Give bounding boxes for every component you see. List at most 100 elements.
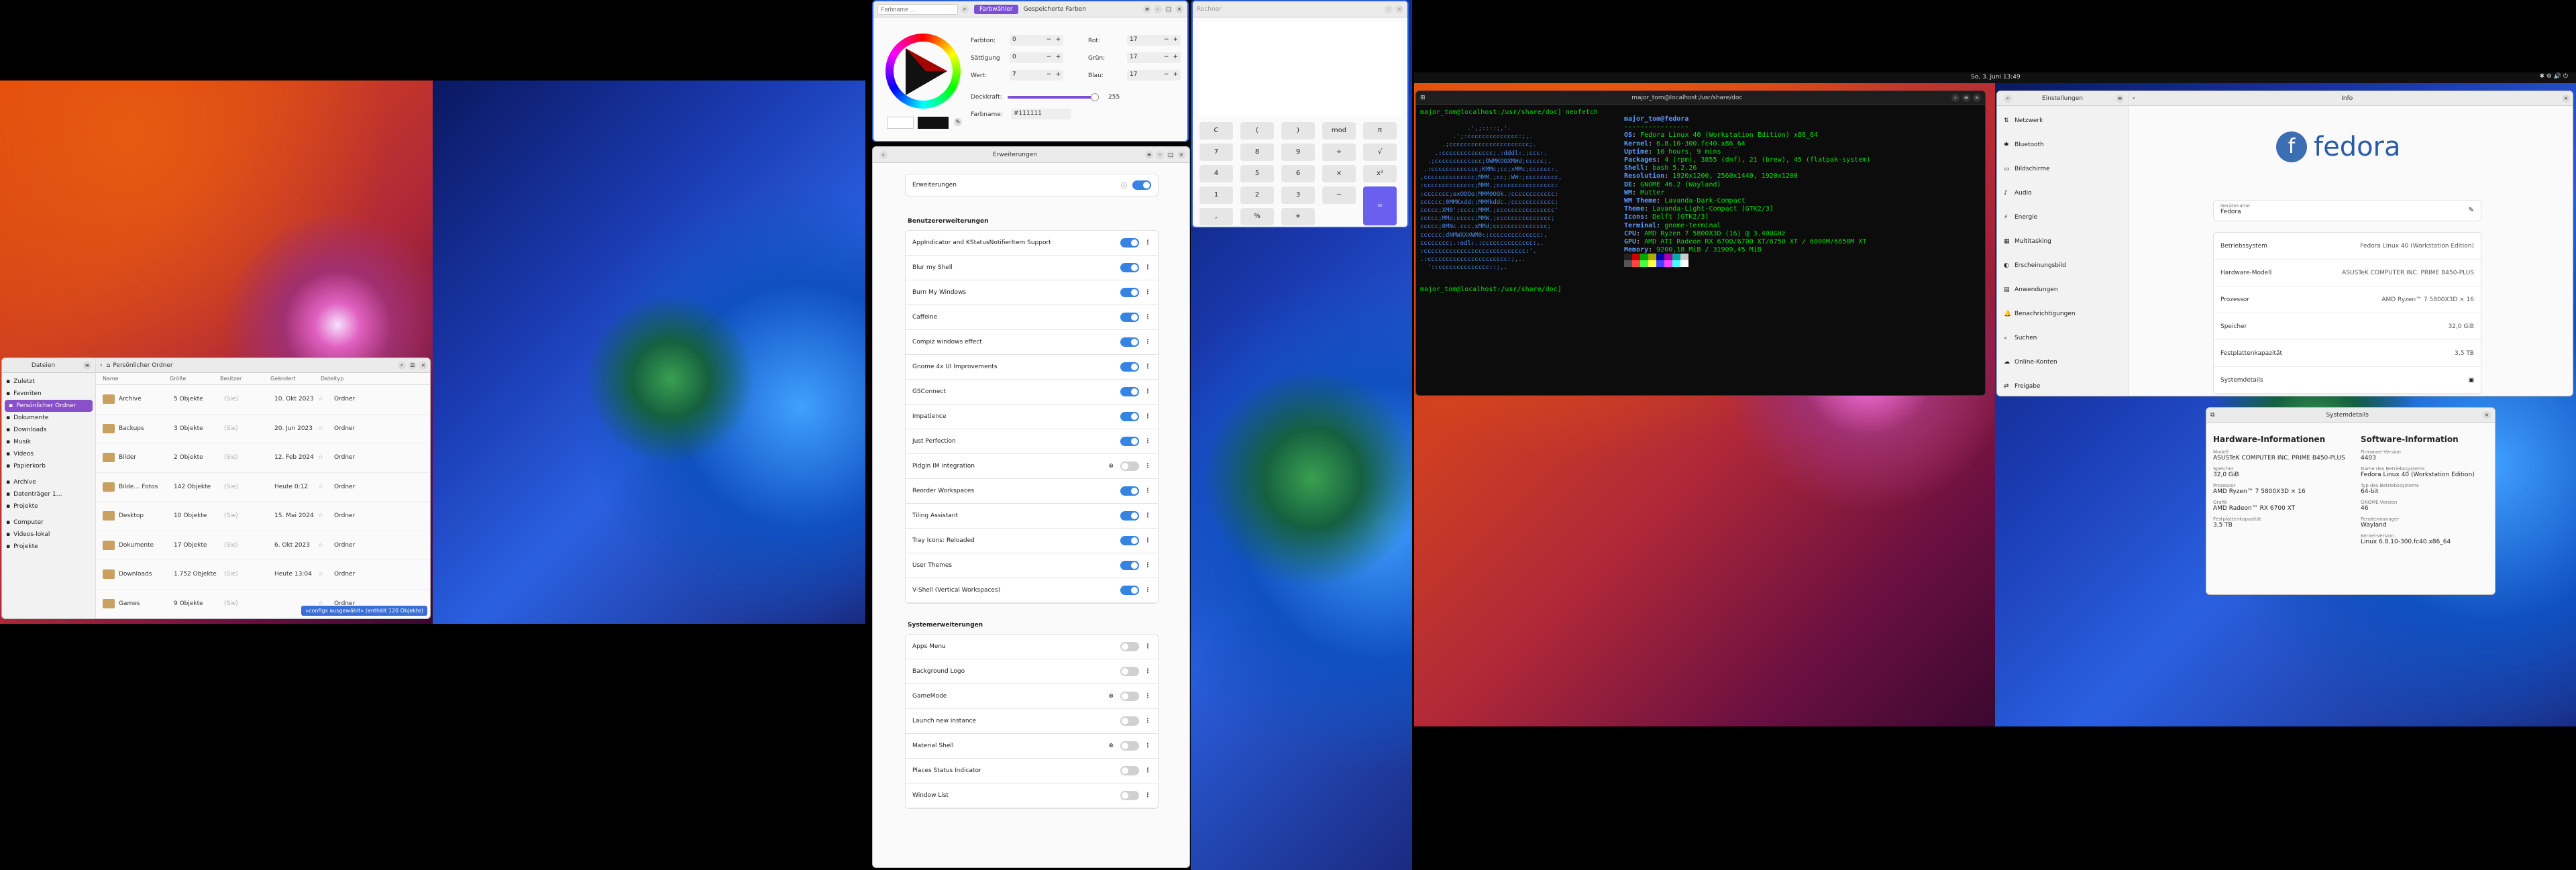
table-row[interactable]: Backups 3 Objekte (Sie) 20. Jun 2023 ☆ Ordner (96, 415, 430, 443)
close-icon[interactable]: × (2562, 94, 2570, 103)
more-options-icon[interactable]: ⋮ (1144, 562, 1151, 569)
extension-toggle[interactable] (1120, 561, 1139, 570)
terminal-output[interactable]: major_tom@localhost:/usr/share/doc] neof… (1416, 105, 1985, 395)
view-toggle-icon[interactable]: ☰ (409, 361, 417, 370)
more-options-icon[interactable]: ⋮ (1144, 314, 1151, 321)
settings-sidebar-item[interactable]: ✱ Bluetooth (1997, 133, 2128, 157)
calc-button[interactable]: 8 (1240, 144, 1274, 161)
calc-button[interactable]: x² (1363, 165, 1397, 182)
extension-toggle[interactable] (1120, 791, 1139, 800)
search-icon[interactable]: ⌕ (1951, 93, 1960, 102)
more-options-icon[interactable]: ⋮ (1144, 339, 1151, 345)
color-wheel[interactable] (885, 34, 961, 109)
minus-icon[interactable]: − (1164, 71, 1169, 79)
minus-icon[interactable]: − (1164, 54, 1169, 62)
sidebar-item[interactable]: ▪ Papierkorb (2, 460, 95, 472)
clock[interactable]: So, 3. Juni 13:49 (1971, 74, 2021, 80)
more-options-icon[interactable]: ⋮ (1144, 537, 1151, 544)
tab-saved-colors[interactable]: Gespeicherte Farben (1018, 5, 1091, 14)
color-name-input[interactable] (877, 3, 958, 15)
more-options-icon[interactable]: ⋮ (1144, 488, 1151, 494)
sidebar-item[interactable]: ▪ Favoriten (2, 388, 95, 400)
extension-toggle[interactable] (1120, 238, 1139, 248)
settings-sidebar-item[interactable]: ▭ Bildschirme (1997, 157, 2128, 181)
calc-display[interactable] (1198, 21, 1402, 115)
settings-sidebar-item[interactable]: ▦ Multitasking (1997, 229, 2128, 254)
calc-button[interactable]: ) (1281, 122, 1315, 140)
table-row[interactable]: Bilde… Fotos 142 Objekte (Sie) Heute 0:12 ☆ O… (96, 473, 430, 502)
minimize-icon[interactable]: – (1156, 150, 1164, 159)
more-options-icon[interactable]: ⋮ (1144, 643, 1151, 650)
more-options-icon[interactable]: ⋮ (1144, 463, 1151, 470)
star-icon[interactable]: ☆ (318, 425, 327, 432)
settings-sidebar-item[interactable]: ⌕ Suchen (1997, 326, 2128, 350)
more-options-icon[interactable]: ⋮ (1144, 264, 1151, 271)
extension-toggle[interactable] (1120, 692, 1139, 701)
plus-icon[interactable]: + (1173, 54, 1178, 62)
more-options-icon[interactable]: ⋮ (1144, 388, 1151, 395)
calc-button[interactable]: 7 (1199, 144, 1233, 161)
extension-toggle[interactable] (1120, 486, 1139, 496)
calc-button[interactable]: 4 (1199, 165, 1233, 182)
minus-icon[interactable]: − (1046, 71, 1052, 79)
settings-sidebar-item[interactable]: ☁ Online-Konten (1997, 350, 2128, 374)
calc-button[interactable]: 3 (1281, 186, 1315, 204)
column-header[interactable]: Geändert (264, 376, 314, 382)
calc-button[interactable]: % (1240, 208, 1274, 225)
more-options-icon[interactable]: ⋮ (1144, 743, 1151, 749)
sidebar-item[interactable]: ▪ Zuletzt (2, 376, 95, 388)
system-tray-icons[interactable]: ✱ ⚙ 🔊 ⏻ (2539, 73, 2568, 80)
star-icon[interactable]: ☆ (318, 571, 327, 578)
back-icon[interactable]: ‹ (100, 362, 103, 369)
sidebar-item[interactable]: ▪ Projekte (2, 541, 95, 553)
table-row[interactable]: Desktop 10 Objekte (Sie) 15. Mai 2024 ☆ Ordne… (96, 502, 430, 531)
spin-red[interactable]: 17 − + (1127, 35, 1181, 46)
extension-toggle[interactable] (1120, 511, 1139, 521)
plus-icon[interactable]: + (1055, 54, 1061, 62)
more-options-icon[interactable]: ⋮ (1144, 512, 1151, 519)
menu-icon[interactable]: ≡ (1145, 150, 1153, 159)
calc-button[interactable]: C (1199, 122, 1233, 140)
search-icon[interactable]: ⌕ (961, 5, 969, 13)
extension-toggle[interactable] (1120, 412, 1139, 421)
star-icon[interactable]: ☆ (318, 396, 327, 402)
settings-sidebar-item[interactable]: ♪ Audio (1997, 181, 2128, 205)
maximize-icon[interactable]: □ (1167, 150, 1175, 159)
close-icon[interactable]: × (419, 361, 427, 370)
calc-button[interactable]: , (1199, 208, 1233, 225)
calc-button[interactable]: 6 (1281, 165, 1315, 182)
star-icon[interactable]: ☆ (318, 484, 327, 490)
device-name-row[interactable]: Gerätename Fedora ✎ (2213, 200, 2481, 221)
path-bar[interactable]: Persönlicher Ordner (113, 362, 395, 369)
calc-button[interactable]: ( (1240, 122, 1274, 140)
info-row[interactable]: Systemdetails ▣ (2214, 367, 2481, 394)
calc-button[interactable]: × (1322, 165, 1356, 182)
slider-handle[interactable] (1091, 93, 1099, 101)
extension-toggle[interactable] (1120, 642, 1139, 651)
info-icon[interactable]: ⓘ (1121, 181, 1127, 190)
edit-icon[interactable]: ✎ (2469, 207, 2474, 214)
extension-toggle[interactable] (1120, 716, 1139, 726)
sidebar-item[interactable]: ▪ Videos (2, 448, 95, 460)
minus-icon[interactable]: − (1046, 36, 1052, 44)
ext-master-toggle[interactable] (1132, 180, 1151, 190)
calc-button[interactable]: + (1281, 208, 1315, 225)
table-row[interactable]: Bilder 2 Objekte (Sie) 12. Feb 2024 ☆ Ordner (96, 443, 430, 473)
settings-sidebar-item[interactable]: ⚡ Energie (1997, 205, 2128, 229)
sidebar-item[interactable]: ▪ Persönlicher Ordner (5, 400, 93, 412)
table-row[interactable]: Downloads 1.752 Objekte (Sie) Heute 13:04 ☆ O… (96, 560, 430, 590)
more-options-icon[interactable]: ⋮ (1144, 438, 1151, 445)
column-header[interactable]: Besitzer (213, 376, 264, 382)
close-icon[interactable]: × (2483, 411, 2491, 419)
plus-icon[interactable]: + (1055, 71, 1061, 79)
tab-color-picker[interactable]: Farbwähler (974, 4, 1018, 14)
spin-blue[interactable]: 17 − + (1127, 70, 1181, 80)
extension-toggle[interactable] (1120, 288, 1139, 297)
close-icon[interactable]: × (1177, 150, 1185, 159)
menu-icon[interactable]: ≡ (1143, 5, 1151, 13)
more-options-icon[interactable]: ⋮ (1144, 767, 1151, 774)
extension-toggle[interactable] (1120, 667, 1139, 676)
extension-toggle[interactable] (1120, 387, 1139, 396)
star-icon[interactable]: ☆ (318, 542, 327, 549)
extension-toggle[interactable] (1120, 741, 1139, 751)
